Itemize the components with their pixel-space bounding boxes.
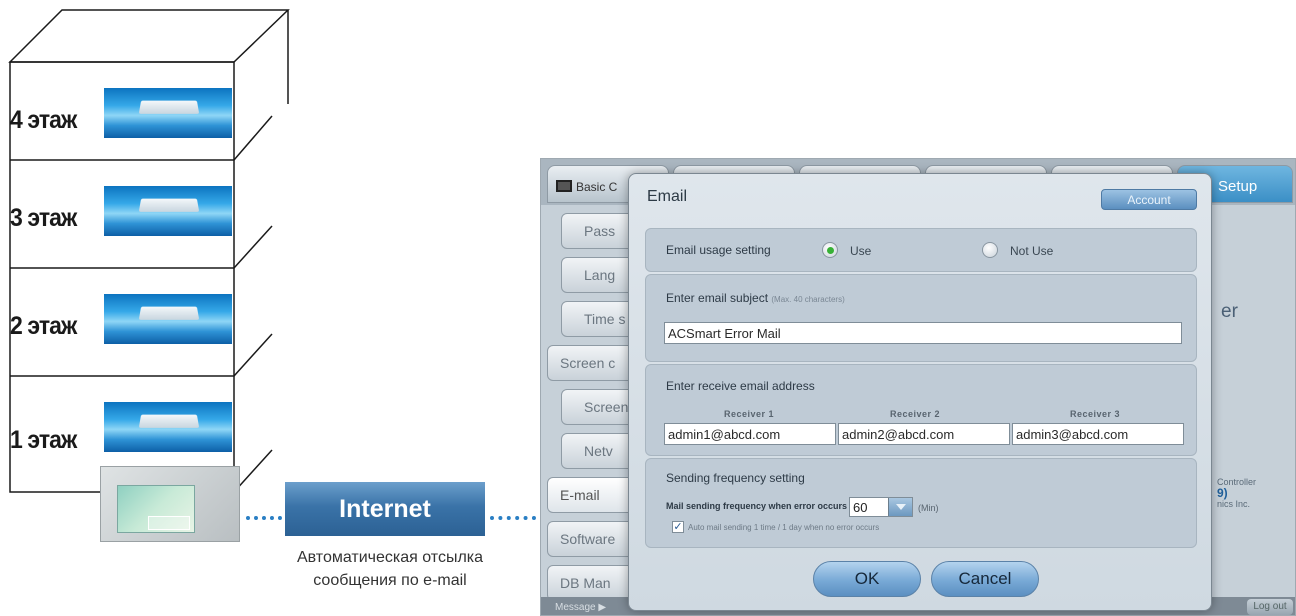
- receiver-1-input[interactable]: admin1@abcd.com: [664, 423, 836, 445]
- central-controller-device-icon: [100, 466, 240, 542]
- not-use-radio-label: Not Use: [1010, 244, 1054, 258]
- receiver-1-header: Receiver 1: [724, 409, 775, 419]
- use-radio[interactable]: [822, 242, 838, 258]
- not-use-radio[interactable]: [982, 242, 998, 258]
- floor-label: 2 этаж: [10, 312, 77, 340]
- info-line: 9): [1217, 486, 1228, 500]
- floor-2: 2 этаж: [10, 268, 234, 375]
- receive-address-section: Enter receive email address Receiver 1 R…: [645, 364, 1197, 456]
- receiver-3-header: Receiver 3: [1070, 409, 1121, 419]
- subject-hint: (Max. 40 characters): [771, 295, 845, 304]
- ok-button[interactable]: OK: [813, 561, 921, 597]
- monitor-icon: [556, 180, 572, 192]
- tab-label: Setup: [1218, 178, 1258, 195]
- email-subject-section: Enter email subject (Max. 40 characters)…: [645, 274, 1197, 362]
- caption-line-2: сообщения по e-mail: [313, 572, 467, 589]
- tab-label: Basic C: [576, 180, 618, 194]
- internet-badge: Internet: [285, 482, 485, 536]
- status-message: Message ▶: [555, 602, 607, 613]
- email-subject-label: Enter email subject (Max. 40 characters): [666, 291, 845, 305]
- dialog-title: Email: [647, 188, 688, 205]
- air-conditioner-icon: [104, 88, 232, 138]
- subject-label-text: Enter email subject: [666, 291, 769, 305]
- floor-label: 1 этаж: [10, 426, 77, 454]
- frequency-unit: (Min): [918, 503, 939, 513]
- floor-label: 3 этаж: [10, 204, 77, 232]
- auto-mail-checkbox[interactable]: ✓: [672, 521, 684, 533]
- email-subject-input[interactable]: ACSmart Error Mail: [664, 322, 1182, 344]
- frequency-select[interactable]: 60: [849, 497, 913, 517]
- air-conditioner-icon: [104, 186, 232, 236]
- use-radio-label: Use: [850, 244, 872, 258]
- chevron-down-icon[interactable]: [888, 498, 912, 516]
- background-heading-fragment: er: [1221, 301, 1238, 322]
- info-line: nics Inc.: [1217, 499, 1251, 509]
- floor-3: 3 этаж: [10, 160, 234, 267]
- floor-label: 4 этаж: [10, 106, 77, 134]
- air-conditioner-icon: [104, 402, 232, 452]
- email-usage-label: Email usage setting: [666, 243, 771, 257]
- cancel-button[interactable]: Cancel: [931, 561, 1039, 597]
- auto-mail-label: Auto mail sending 1 time / 1 day when no…: [688, 523, 880, 532]
- receiver-2-input[interactable]: admin2@abcd.com: [838, 423, 1010, 445]
- logout-button[interactable]: Log out: [1247, 599, 1293, 615]
- account-button[interactable]: Account: [1101, 189, 1197, 210]
- frequency-label: Sending frequency setting: [666, 471, 805, 485]
- building-diagram: 4 этаж 3 этаж 2 этаж 1 этаж: [0, 0, 290, 500]
- frequency-field-label: Mail sending frequency when error occurs…: [666, 501, 853, 511]
- email-settings-dialog: Email Account Email usage setting Use No…: [628, 173, 1212, 611]
- air-conditioner-icon: [104, 294, 232, 344]
- connection-dots-right: [490, 516, 536, 520]
- frequency-section: Sending frequency setting Mail sending f…: [645, 458, 1197, 548]
- receive-address-label: Enter receive email address: [666, 379, 815, 393]
- floor-4: 4 этаж: [10, 62, 234, 169]
- email-usage-section: Email usage setting Use Not Use: [645, 228, 1197, 272]
- frequency-value: 60: [853, 500, 868, 515]
- connection-dots-left: [246, 516, 282, 520]
- receiver-3-input[interactable]: admin3@abcd.com: [1012, 423, 1184, 445]
- caption-line-1: Автоматическая отсылка: [296, 549, 484, 566]
- caption: Автоматическая отсылка сообщения по e-ma…: [240, 546, 540, 592]
- receiver-2-header: Receiver 2: [890, 409, 941, 419]
- background-info: Controller 9) nics Inc.: [1217, 477, 1287, 510]
